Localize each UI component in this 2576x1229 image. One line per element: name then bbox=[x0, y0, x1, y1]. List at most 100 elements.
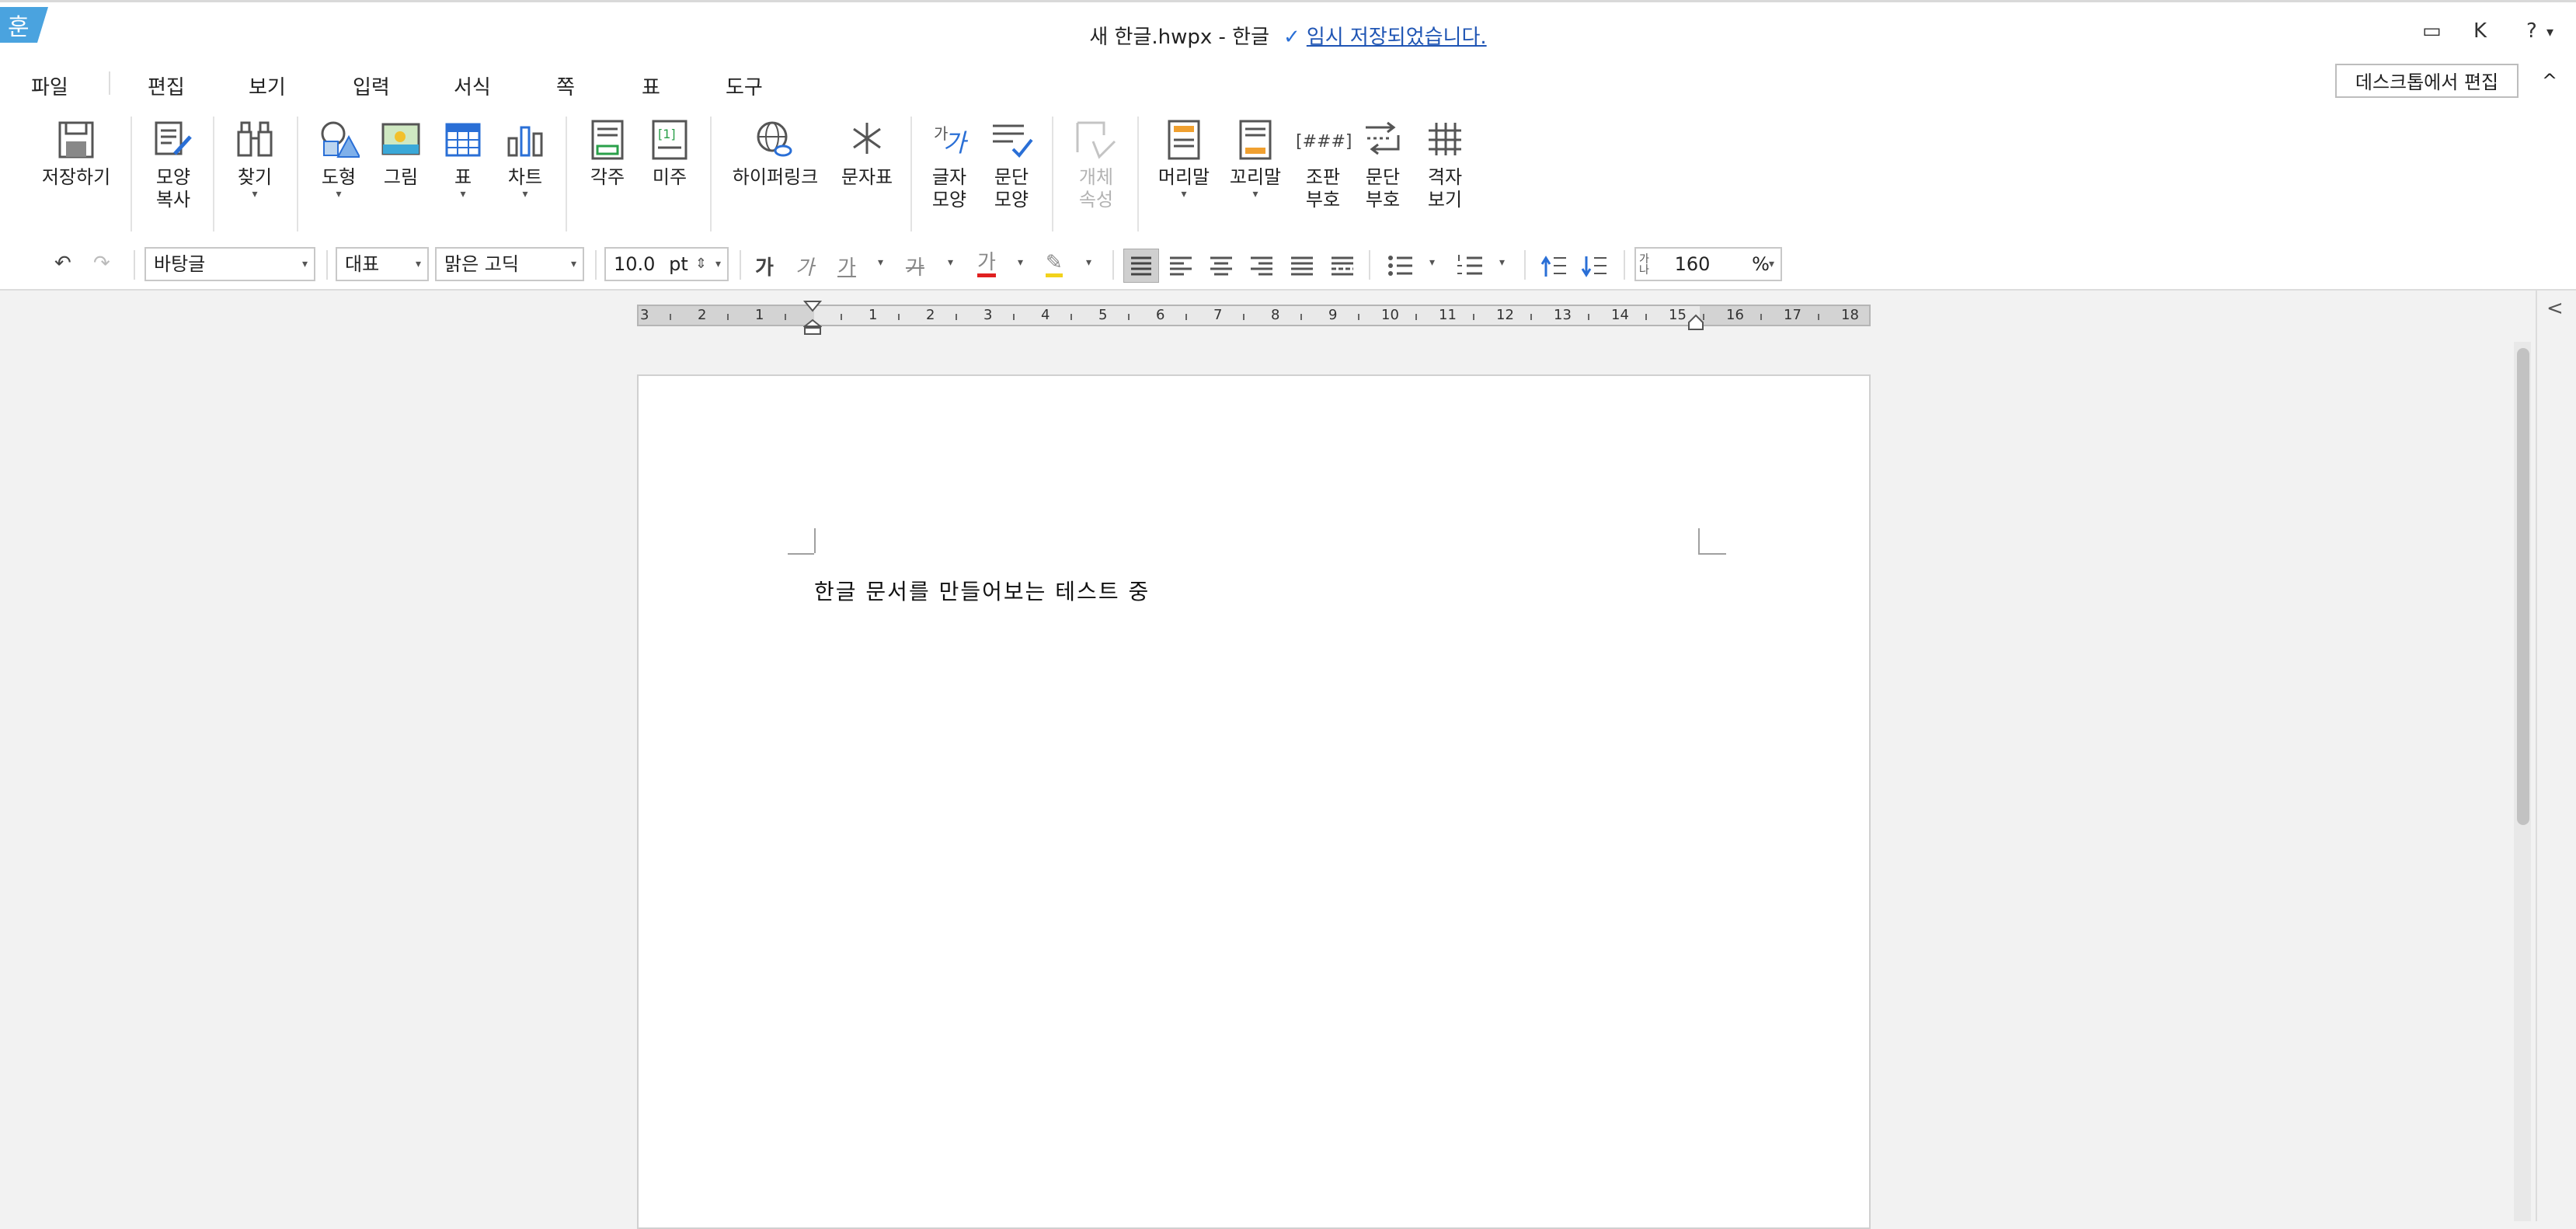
grid-view-label-2: 보기 bbox=[1427, 189, 1463, 211]
font-family-dropdown-icon[interactable]: ▾ bbox=[571, 249, 576, 280]
chart-icon bbox=[507, 126, 543, 157]
user-account-button[interactable]: K bbox=[2473, 19, 2487, 43]
menu-table[interactable]: 표 bbox=[642, 71, 660, 100]
header-button[interactable]: 머리말 ▾ bbox=[1153, 118, 1215, 200]
picture-button[interactable]: 그림 bbox=[376, 118, 426, 189]
style-select[interactable]: 바탕글 ▾ bbox=[144, 247, 315, 281]
style-dropdown-icon[interactable]: ▾ bbox=[302, 249, 308, 280]
endnote-icon: [1] bbox=[652, 120, 688, 160]
menu-tools[interactable]: 도구 bbox=[726, 71, 763, 100]
numbered-list-icon[interactable] bbox=[1454, 249, 1485, 283]
horizontal-ruler[interactable]: 3 2 1 1 2 3 4 5 6 7 8 9 10 11 12 13 14 1… bbox=[637, 305, 1871, 326]
grid-view-button[interactable]: 격자 보기 bbox=[1420, 118, 1470, 211]
menu-view[interactable]: 보기 bbox=[249, 71, 286, 100]
symbol-button[interactable]: 문자표 bbox=[836, 118, 898, 189]
redo-icon[interactable]: ↷ bbox=[93, 252, 110, 275]
bullet-list-dropdown-icon[interactable]: ▾ bbox=[1429, 256, 1435, 269]
align-center-icon[interactable] bbox=[1206, 249, 1237, 283]
para-shape-button[interactable]: 문단 모양 bbox=[987, 118, 1036, 211]
footer-dropdown-icon[interactable]: ▾ bbox=[1224, 189, 1286, 200]
table-dropdown-icon[interactable]: ▾ bbox=[438, 189, 488, 200]
object-properties-label-1: 개체 bbox=[1078, 166, 1114, 188]
layout-marks-button[interactable]: [###] 조판 부호 bbox=[1296, 118, 1352, 211]
sidebar-divider bbox=[2536, 289, 2537, 1221]
hyperlink-globe-icon bbox=[757, 121, 792, 157]
menu-file[interactable]: 파일 bbox=[31, 71, 68, 100]
font-family-select[interactable]: 맑은 고딕 ▾ bbox=[435, 247, 584, 281]
indent-marker-icon[interactable] bbox=[803, 300, 822, 337]
para-shape-label-2: 모양 bbox=[994, 189, 1029, 211]
hyperlink-button[interactable]: 하이퍼링크 bbox=[727, 118, 823, 189]
align-distribute-icon[interactable] bbox=[1286, 249, 1318, 283]
underline-dropdown-icon[interactable]: ▾ bbox=[878, 256, 883, 269]
format-copy-button[interactable]: 모양 복사 bbox=[146, 118, 200, 211]
help-dropdown-icon[interactable]: ▾ bbox=[2546, 24, 2553, 40]
italic-button[interactable]: 가 bbox=[795, 252, 814, 280]
footnote-button[interactable]: 각주 bbox=[583, 118, 632, 189]
numbered-list-dropdown-icon[interactable]: ▾ bbox=[1499, 256, 1505, 269]
document-page[interactable] bbox=[637, 374, 1871, 1229]
char-shape-button[interactable]: 가 가 글자 모양 bbox=[924, 118, 974, 211]
underline-button[interactable]: 가 bbox=[837, 252, 856, 280]
ribbon-separator bbox=[1052, 117, 1053, 232]
menu-edit[interactable]: 편집 bbox=[148, 71, 185, 100]
toolbar-separator bbox=[1369, 250, 1370, 280]
font-language-value: 대표 bbox=[345, 253, 380, 275]
ruler-number: 10 bbox=[1381, 307, 1399, 323]
align-split-icon[interactable] bbox=[1327, 249, 1358, 283]
object-properties-button[interactable]: 개체 속성 bbox=[1067, 118, 1125, 211]
line-spacing-dropdown-icon[interactable]: ▾ bbox=[1769, 249, 1774, 280]
menu-separator bbox=[109, 71, 110, 95]
font-color-button[interactable]: 가 bbox=[977, 252, 996, 277]
header-icon bbox=[1168, 120, 1200, 160]
bold-button[interactable]: 가 bbox=[755, 252, 774, 280]
paragraph-marks-button[interactable]: 문단 부호 bbox=[1358, 118, 1408, 211]
decrease-indent-icon[interactable] bbox=[1540, 249, 1571, 283]
collapse-ribbon-icon[interactable]: ^ bbox=[2542, 70, 2557, 92]
align-justify-icon[interactable] bbox=[1123, 249, 1159, 283]
chart-button[interactable]: 차트 ▾ bbox=[500, 118, 550, 200]
shape-dropdown-icon[interactable]: ▾ bbox=[314, 189, 364, 200]
endnote-button[interactable]: [1] 미주 bbox=[645, 118, 694, 189]
footer-button[interactable]: 꼬리말 ▾ bbox=[1224, 118, 1286, 200]
strikethrough-dropdown-icon[interactable]: ▾ bbox=[948, 256, 953, 269]
right-margin-marker-icon[interactable] bbox=[1687, 314, 1704, 331]
shape-button[interactable]: 도형 ▾ bbox=[314, 118, 364, 200]
find-dropdown-icon[interactable]: ▾ bbox=[230, 189, 280, 200]
sidebar-expand-icon[interactable]: < bbox=[2546, 297, 2564, 320]
comment-icon[interactable]: ▭ bbox=[2422, 19, 2442, 43]
toolbar-separator bbox=[326, 250, 328, 280]
undo-icon[interactable]: ↶ bbox=[54, 252, 71, 275]
menu-insert[interactable]: 입력 bbox=[353, 71, 390, 100]
find-button[interactable]: 찾기 ▾ bbox=[230, 118, 280, 200]
scrollbar-thumb[interactable] bbox=[2517, 348, 2529, 825]
menu-format[interactable]: 서식 bbox=[454, 71, 491, 100]
menu-page[interactable]: 쪽 bbox=[556, 71, 575, 100]
header-dropdown-icon[interactable]: ▾ bbox=[1153, 189, 1215, 200]
font-size-spinner-icon[interactable]: ⇕ bbox=[695, 249, 707, 280]
crop-mark bbox=[814, 528, 816, 553]
font-language-select[interactable]: 대표 ▾ bbox=[336, 247, 429, 281]
edit-in-desktop-button[interactable]: 데스크톱에서 편집 bbox=[2335, 64, 2519, 98]
highlight-button[interactable]: ✎ bbox=[1046, 252, 1063, 277]
highlight-dropdown-icon[interactable]: ▾ bbox=[1086, 256, 1091, 269]
align-right-icon[interactable] bbox=[1246, 249, 1277, 283]
hyperlink-label: 하이퍼링크 bbox=[732, 166, 819, 188]
document-body-text[interactable]: 한글 문서를 만들어보는 테스트 중 bbox=[814, 575, 1150, 606]
line-spacing-input[interactable]: 가나 160 % ▾ bbox=[1634, 247, 1782, 281]
font-color-dropdown-icon[interactable]: ▾ bbox=[1018, 256, 1023, 269]
table-button[interactable]: 표 ▾ bbox=[438, 118, 488, 200]
ruler-number: 4 bbox=[1041, 307, 1050, 323]
save-status-link[interactable]: 임시 저장되었습니다. bbox=[1307, 26, 1487, 49]
symbol-label: 문자표 bbox=[841, 166, 893, 188]
help-button[interactable]: ? bbox=[2526, 19, 2537, 43]
save-button[interactable]: 저장하기 bbox=[39, 118, 113, 189]
strikethrough-button[interactable]: 가 bbox=[906, 252, 924, 280]
increase-indent-icon[interactable] bbox=[1580, 249, 1611, 283]
bullet-list-icon[interactable] bbox=[1384, 249, 1415, 283]
align-left-icon[interactable] bbox=[1165, 249, 1196, 283]
font-size-dropdown-icon[interactable]: ▾ bbox=[715, 249, 721, 280]
font-language-dropdown-icon[interactable]: ▾ bbox=[416, 249, 421, 280]
chart-dropdown-icon[interactable]: ▾ bbox=[500, 189, 550, 200]
font-size-input[interactable]: 10.0 pt ⇕ ▾ bbox=[604, 247, 729, 281]
